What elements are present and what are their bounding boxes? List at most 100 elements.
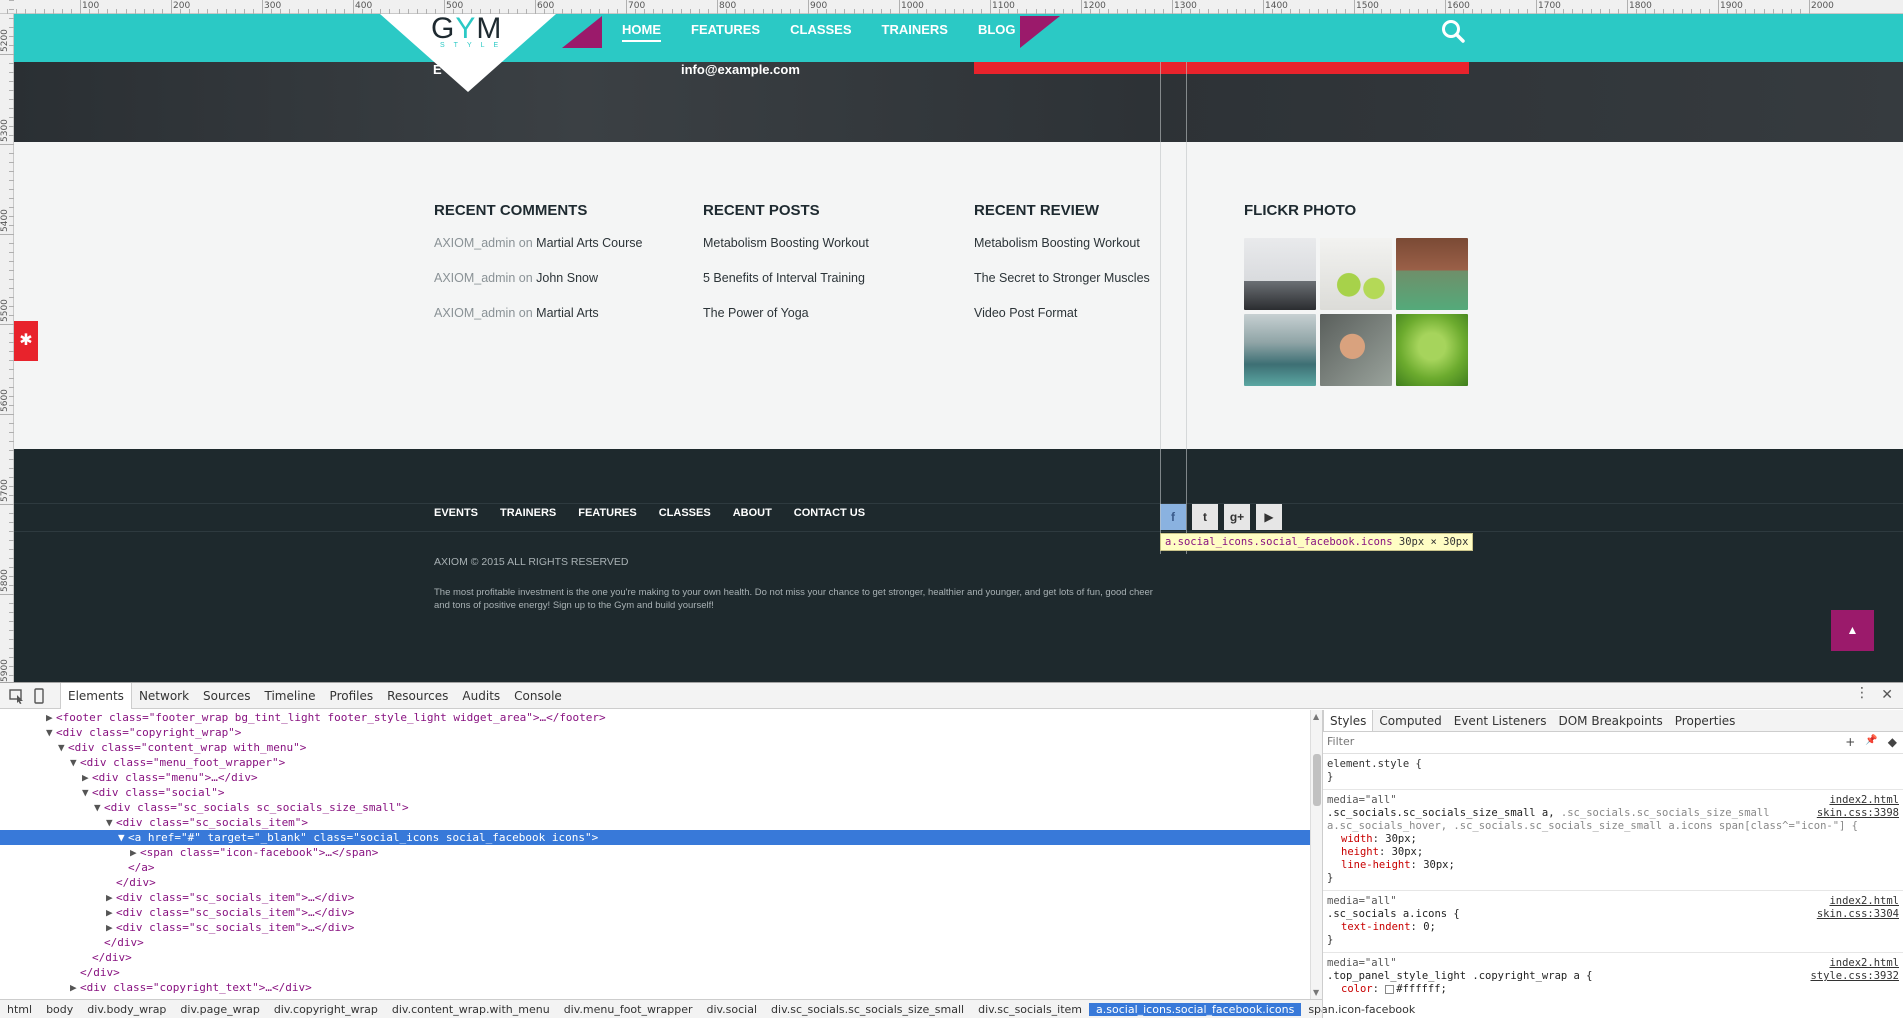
devtools-tab-elements[interactable]: Elements (60, 682, 132, 709)
nav-item-blog[interactable]: BLOG (978, 22, 1016, 42)
expand-toggle-icon[interactable]: ▶ (106, 920, 116, 935)
post-link[interactable]: The Secret to Stronger Muscles (974, 271, 1150, 285)
youtube-button[interactable]: ▶ (1256, 504, 1282, 530)
dom-node[interactable]: </div> (0, 875, 1310, 890)
nav-item-trainers[interactable]: TRAINERS (882, 22, 948, 42)
dom-node[interactable]: ▶ <div class="sc_socials_item">…</div> (0, 920, 1310, 935)
expand-toggle-icon[interactable]: ▶ (106, 890, 116, 905)
devtools-tab-audits[interactable]: Audits (455, 683, 507, 709)
nav-item-home[interactable]: HOME (622, 22, 661, 42)
footer-menu-item[interactable]: CLASSES (659, 507, 711, 519)
css-property-value[interactable]: #ffffff; (1396, 983, 1447, 995)
comment-author[interactable]: AXIOM_admin (434, 271, 515, 285)
expand-toggle-icon[interactable]: ▶ (70, 980, 80, 995)
styles-tab-dom-breakpoints[interactable]: DOM Breakpoints (1552, 710, 1668, 731)
post-link[interactable]: 5 Benefits of Interval Training (703, 271, 865, 285)
scrollbar-thumb[interactable] (1313, 754, 1321, 806)
post-link[interactable]: Metabolism Boosting Workout (974, 236, 1140, 250)
dom-node[interactable]: ▼ <div class="sc_socials_item"> (0, 815, 1310, 830)
css-property-value[interactable]: 0; (1423, 921, 1436, 933)
rule-source[interactable]: index2.html style.css:3932 (1810, 957, 1899, 983)
color-swatch[interactable] (1385, 984, 1395, 994)
css-property-value[interactable]: 30px; (1385, 833, 1417, 845)
breadcrumb-item[interactable]: div.social (699, 1003, 764, 1016)
post-link[interactable]: The Power of Yoga (703, 306, 809, 320)
expand-toggle-icon[interactable]: ▼ (94, 800, 104, 815)
breadcrumb-item[interactable]: div.page_wrap (173, 1003, 266, 1016)
dom-node[interactable]: ▶ <div class="menu">…</div> (0, 770, 1310, 785)
post-link[interactable]: Metabolism Boosting Workout (703, 236, 869, 250)
rule-selector[interactable]: .sc_socials.sc_socials_size_small a, .sc… (1327, 807, 1899, 820)
css-property-value[interactable]: 30px; (1423, 859, 1455, 871)
expand-toggle-icon[interactable]: ▶ (130, 845, 140, 860)
devtools-tab-console[interactable]: Console (507, 683, 569, 709)
post-link[interactable]: Video Post Format (974, 306, 1077, 320)
rule-source-file[interactable]: index2.html (1817, 794, 1899, 807)
comment-author[interactable]: AXIOM_admin (434, 236, 515, 250)
styles-tab-properties[interactable]: Properties (1669, 710, 1742, 731)
rule-source-line[interactable]: skin.css:3304 (1817, 908, 1899, 921)
comment-post-link[interactable]: Martial Arts (536, 306, 599, 320)
rule-source[interactable]: index2.html skin.css:3398 (1817, 794, 1899, 820)
dom-scrollbar[interactable]: ▲ ▼ (1310, 710, 1322, 999)
inspect-element-icon[interactable] (8, 687, 26, 705)
styles-tab-computed[interactable]: Computed (1373, 710, 1447, 731)
dom-node[interactable]: ▼ <div class="copyright_wrap"> (0, 725, 1310, 740)
footer-menu-item[interactable]: EVENTS (434, 507, 478, 519)
flickr-thumbnail[interactable] (1396, 238, 1468, 310)
google-plus-button[interactable]: g+ (1224, 504, 1250, 530)
rule-source[interactable]: index2.html skin.css:3304 (1817, 895, 1899, 921)
scroll-up-icon[interactable]: ▲ (1313, 712, 1319, 721)
dom-node[interactable]: ▼ <div class="menu_foot_wrapper"> (0, 755, 1310, 770)
rule-selector-cont[interactable]: a.sc_socials_hover, .sc_socials.sc_socia… (1327, 820, 1899, 833)
css-property[interactable]: color: #ffffff; (1327, 983, 1899, 996)
devtools-tab-resources[interactable]: Resources (380, 683, 455, 709)
devtools-tab-timeline[interactable]: Timeline (258, 683, 323, 709)
dom-node[interactable]: </div> (0, 935, 1310, 950)
css-property-name[interactable]: text-indent (1341, 921, 1411, 933)
dom-node[interactable]: </div> (0, 965, 1310, 980)
flickr-thumbnail[interactable] (1320, 314, 1392, 386)
expand-toggle-icon[interactable]: ▼ (82, 785, 92, 800)
styles-tab-styles[interactable]: Styles (1323, 710, 1374, 731)
breadcrumb-item[interactable]: div.copyright_wrap (267, 1003, 385, 1016)
add-rule-icon[interactable]: + (1845, 735, 1855, 749)
nav-item-classes[interactable]: CLASSES (790, 22, 851, 42)
comment-author[interactable]: AXIOM_admin (434, 306, 515, 320)
nav-item-features[interactable]: FEATURES (691, 22, 760, 42)
breadcrumb-item[interactable]: html (0, 1003, 39, 1016)
devtools-tab-sources[interactable]: Sources (196, 683, 257, 709)
expand-toggle-icon[interactable]: ▶ (46, 710, 56, 725)
css-property-value[interactable]: 30px; (1392, 846, 1424, 858)
flickr-thumbnail[interactable] (1396, 314, 1468, 386)
scroll-to-top-button[interactable]: ▲ (1831, 610, 1874, 651)
expand-toggle-icon[interactable]: ▼ (118, 830, 128, 845)
css-property[interactable]: width: 30px; (1327, 833, 1899, 846)
rule-selector[interactable]: element.style { (1327, 758, 1899, 771)
dom-node[interactable]: ▼ <div class="social"> (0, 785, 1310, 800)
color-format-icon[interactable]: ◆ (1888, 735, 1897, 749)
breadcrumb-item[interactable]: a.social_icons.social_facebook.icons (1089, 1003, 1302, 1016)
settings-gear-button[interactable]: ✱ (14, 321, 38, 361)
flickr-thumbnail[interactable] (1244, 238, 1316, 310)
contact-email[interactable]: info@example.com (681, 62, 800, 77)
more-options-icon[interactable]: ⋮ (1855, 685, 1869, 701)
dom-node[interactable]: ▶ <div class="sc_socials_item">…</div> (0, 890, 1310, 905)
flickr-thumbnail[interactable] (1320, 238, 1392, 310)
css-property-name[interactable]: width (1341, 833, 1373, 845)
expand-toggle-icon[interactable]: ▶ (82, 770, 92, 785)
dom-node[interactable]: ▼ <a href="#" target="_blank" class="soci… (0, 830, 1310, 845)
scroll-down-icon[interactable]: ▼ (1313, 988, 1319, 997)
rule-source-file[interactable]: index2.html (1817, 895, 1899, 908)
expand-toggle-icon[interactable]: ▼ (70, 755, 80, 770)
expand-toggle-icon[interactable]: ▼ (58, 740, 68, 755)
dom-node[interactable]: ▶ <div class="sc_socials_item">…</div> (0, 905, 1310, 920)
comment-post-link[interactable]: John Snow (536, 271, 598, 285)
breadcrumb-item[interactable]: div.sc_socials_item (971, 1003, 1089, 1016)
twitter-button[interactable]: t (1192, 504, 1218, 530)
dom-node[interactable]: ▶ <footer class="footer_wrap bg_tint_ligh… (0, 710, 1310, 725)
search-icon[interactable] (1440, 18, 1466, 44)
styles-filter-input[interactable] (1327, 735, 1627, 748)
dom-node[interactable]: ▼ <div class="sc_socials sc_socials_size_… (0, 800, 1310, 815)
footer-menu-item[interactable]: FEATURES (578, 507, 636, 519)
